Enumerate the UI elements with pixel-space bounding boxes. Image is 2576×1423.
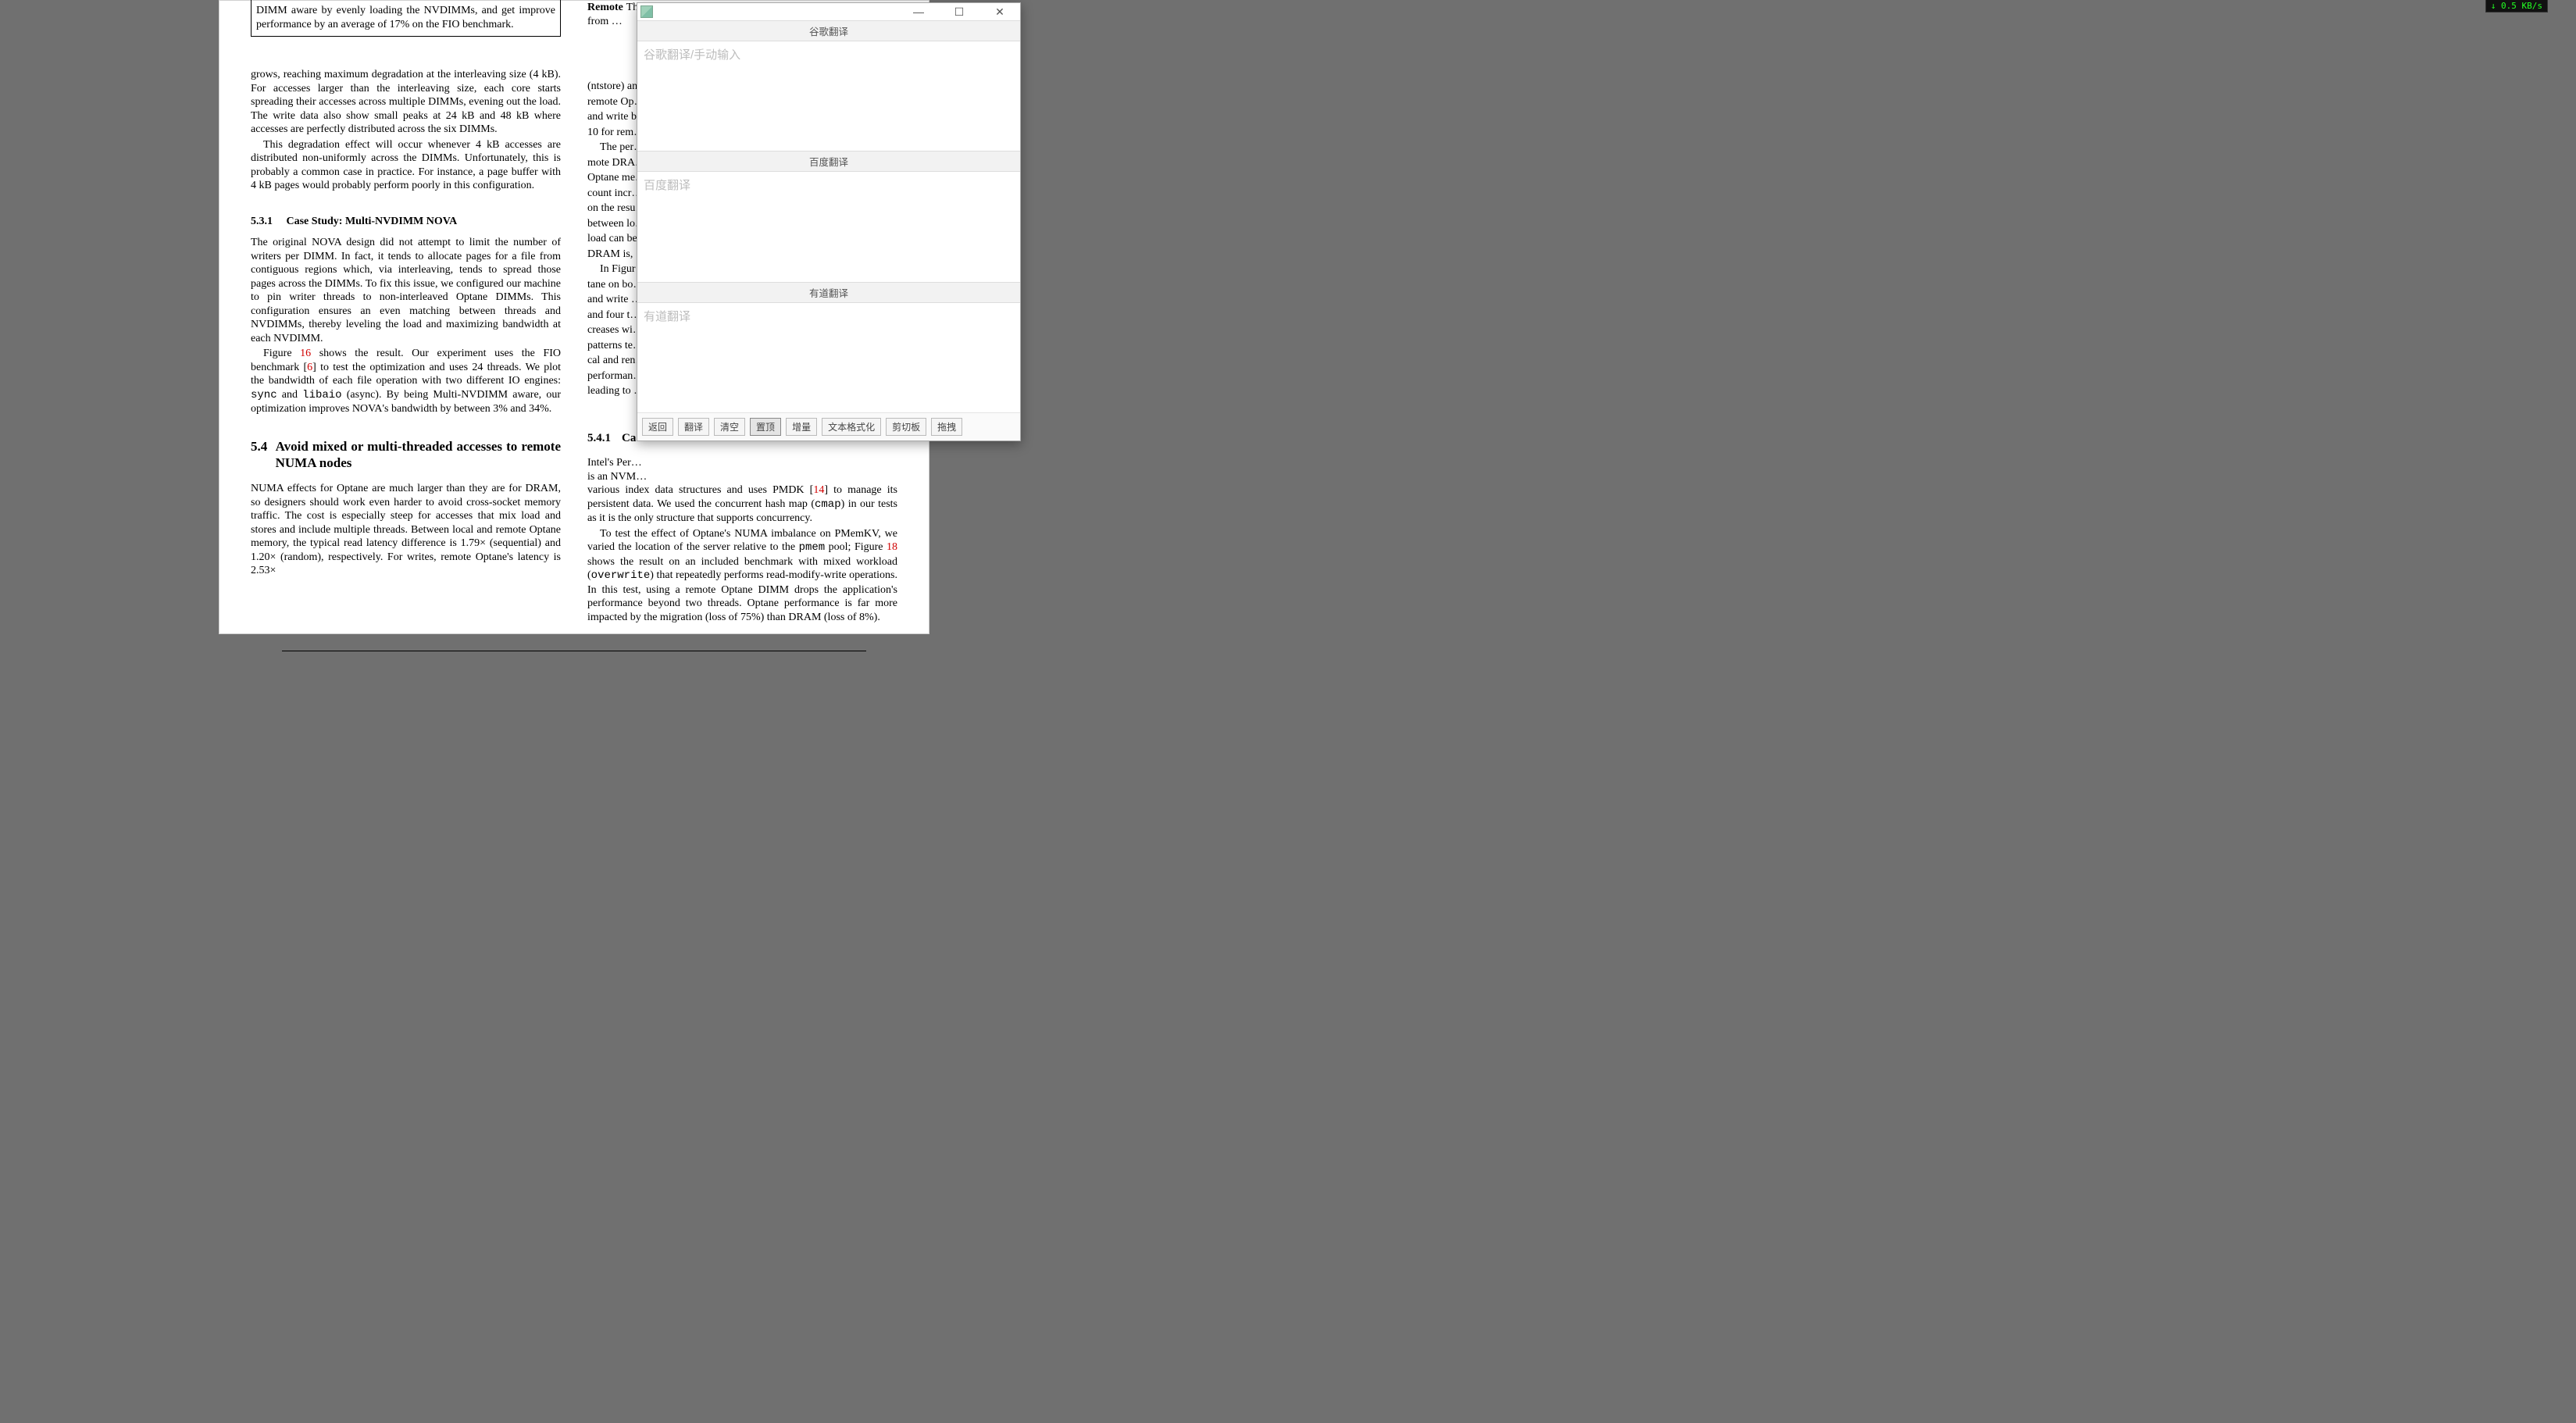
callout-box: DIMM aware by evenly loading the NVDIMMs… bbox=[251, 0, 561, 37]
heading-number: 5.3.1 bbox=[251, 216, 273, 227]
heading-title: Case Study: Multi-NVDIMM NOVA bbox=[287, 216, 458, 227]
figure-label: Remote bbox=[587, 2, 623, 13]
baidu-translate-input[interactable] bbox=[637, 172, 1020, 281]
code-inline: libaio bbox=[302, 389, 341, 401]
heading-title: Avoid mixed or multi-threaded accesses t… bbox=[276, 438, 561, 472]
paragraph: To test the effect of Optane's NUMA imba… bbox=[587, 527, 897, 625]
google-translate-input[interactable] bbox=[637, 41, 1020, 151]
callout-text: DIMM aware by evenly loading the NVDIMMs… bbox=[256, 5, 555, 30]
viewport: ↓ 0.5 KB/s DIMM aware by evenly loading … bbox=[0, 0, 2576, 1423]
pin-top-button[interactable]: 置顶 bbox=[750, 418, 781, 436]
window-controls: — ☐ ✕ bbox=[908, 5, 1017, 19]
section-header-youdao: 有道翻译 bbox=[637, 282, 1020, 303]
figure-ref[interactable]: 16 bbox=[300, 348, 311, 359]
translate-button[interactable]: 翻译 bbox=[678, 418, 709, 436]
increment-button[interactable]: 增量 bbox=[786, 418, 817, 436]
maximize-button[interactable]: ☐ bbox=[948, 5, 970, 19]
close-button[interactable]: ✕ bbox=[989, 5, 1011, 19]
section-header-google: 谷歌翻译 bbox=[637, 20, 1020, 41]
code-inline: pmem bbox=[799, 541, 826, 554]
clipboard-button[interactable]: 剪切板 bbox=[886, 418, 926, 436]
paragraph: Intel's Per… is an NVM… various index da… bbox=[587, 456, 897, 526]
heading-5-3-1: 5.3.1 Case Study: Multi-NVDIMM NOVA bbox=[251, 215, 561, 229]
section-header-baidu: 百度翻译 bbox=[637, 151, 1020, 172]
text-format-button[interactable]: 文本格式化 bbox=[822, 418, 881, 436]
minimize-button[interactable]: — bbox=[908, 5, 929, 19]
citation-ref[interactable]: 14 bbox=[813, 484, 824, 496]
heading-number: 5.4.1 bbox=[587, 431, 622, 446]
figure-ref[interactable]: 18 bbox=[887, 541, 897, 553]
button-bar: 返回 翻译 清空 置顶 增量 文本格式化 剪切板 拖拽 bbox=[637, 412, 1020, 440]
drag-button[interactable]: 拖拽 bbox=[931, 418, 962, 436]
code-inline: sync bbox=[251, 389, 277, 401]
youdao-translate-input[interactable] bbox=[637, 303, 1020, 412]
network-speed-badge: ↓ 0.5 KB/s bbox=[2485, 0, 2548, 12]
paragraph: NUMA effects for Optane are much larger … bbox=[251, 482, 561, 578]
column-left: DIMM aware by evenly loading the NVDIMMs… bbox=[251, 1, 561, 626]
code-inline: cmap bbox=[815, 498, 841, 511]
paragraph: This degradation effect will occur whene… bbox=[251, 138, 561, 193]
back-button[interactable]: 返回 bbox=[642, 418, 673, 436]
clear-button[interactable]: 清空 bbox=[714, 418, 745, 436]
paragraph: The original NOVA design did not attempt… bbox=[251, 236, 561, 345]
titlebar[interactable]: — ☐ ✕ bbox=[637, 3, 1020, 20]
paragraph: grows, reaching maximum degradation at t… bbox=[251, 68, 561, 137]
app-icon bbox=[640, 5, 653, 18]
paragraph: Figure 16 shows the result. Our experime… bbox=[251, 347, 561, 416]
translation-app-window: — ☐ ✕ 谷歌翻译 百度翻译 有道翻译 返回 翻译 清空 置顶 增量 文本格式… bbox=[637, 2, 1021, 441]
heading-5-4: 5.4 Avoid mixed or multi-threaded access… bbox=[251, 438, 561, 472]
code-inline: overwrite bbox=[591, 569, 651, 582]
heading-number: 5.4 bbox=[251, 438, 276, 472]
